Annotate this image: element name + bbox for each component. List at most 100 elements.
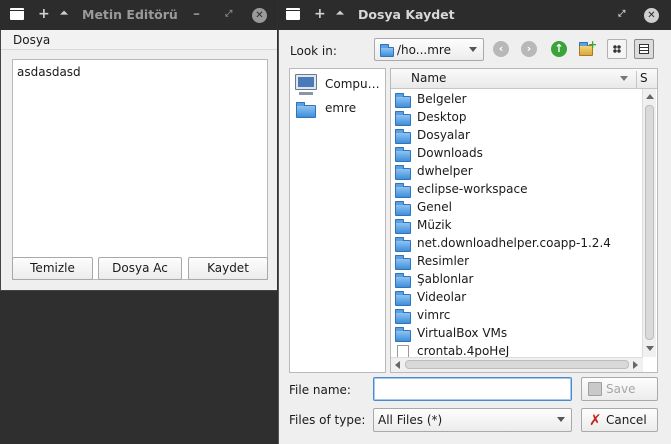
window-menu-icon[interactable] xyxy=(10,8,24,20)
sidebar-item-computer[interactable]: Compu… xyxy=(293,73,383,97)
look-in-label: Look in: xyxy=(290,44,337,58)
shade-icon[interactable]: ⏶ xyxy=(60,5,68,23)
look-in-value: /ho...mre xyxy=(397,43,451,57)
horizontal-scrollbar[interactable] xyxy=(391,357,643,372)
save-dialog-window: + ⏶ Dosya Kaydet ⤢ ✕ Look in: /ho...mre … xyxy=(278,0,671,444)
editor-titlebar[interactable]: + ⏶ Metin Editörü – ⤢ ✕ xyxy=(0,0,277,30)
file-name: Resimler xyxy=(417,254,470,268)
scroll-right-icon[interactable] xyxy=(633,361,638,369)
folder-icon xyxy=(395,309,411,324)
pin-icon[interactable]: + xyxy=(314,5,326,23)
sidebar-item-label: emre xyxy=(325,101,357,115)
save-button[interactable]: Kaydet xyxy=(188,257,268,280)
cancel-button[interactable]: ✗ Cancel xyxy=(581,408,658,432)
forward-button[interactable]: › xyxy=(521,41,537,57)
sidebar-item-label: Compu… xyxy=(325,77,380,91)
plus-icon: + xyxy=(588,38,598,51)
shade-icon[interactable]: ⏶ xyxy=(336,5,344,23)
file-list-item[interactable]: Videolar xyxy=(391,289,641,307)
column-name[interactable]: Name xyxy=(411,71,446,85)
sidebar-item-emre[interactable]: emre xyxy=(293,97,383,121)
file-name: dwhelper xyxy=(417,164,473,178)
file-name: crontab.4poHeJ xyxy=(417,344,510,358)
floppy-disk-icon xyxy=(588,382,602,396)
file-list-item[interactable]: Downloads xyxy=(391,145,641,163)
back-button[interactable]: ‹ xyxy=(493,41,509,57)
folder-icon xyxy=(395,255,411,270)
detail-view-button[interactable] xyxy=(634,39,654,59)
file-list-header: Name S xyxy=(391,69,657,89)
horizontal-scroll-thumb[interactable] xyxy=(405,360,629,369)
sort-indicator-icon xyxy=(620,76,628,81)
folder-icon xyxy=(395,201,411,216)
chevron-down-icon xyxy=(557,417,565,422)
menubar: Dosya xyxy=(1,30,277,50)
close-icon[interactable]: ✕ xyxy=(252,8,267,23)
list-view-button[interactable] xyxy=(607,39,627,59)
folder-icon xyxy=(395,219,411,234)
file-list-item[interactable]: Şablonlar xyxy=(391,271,641,289)
computer-icon xyxy=(295,74,317,95)
vertical-scroll-thumb[interactable] xyxy=(645,105,654,340)
scroll-left-icon[interactable] xyxy=(395,361,400,369)
detail-list-icon xyxy=(639,44,649,54)
folder-icon xyxy=(395,327,411,342)
folder-icon xyxy=(395,129,411,144)
text-editor-window: + ⏶ Metin Editörü – ⤢ ✕ Dosya asdasdasd … xyxy=(0,0,277,291)
grid-icon xyxy=(613,45,621,53)
file-name: Belgeler xyxy=(417,92,467,106)
file-type-label: Files of type: xyxy=(289,413,366,427)
column-size[interactable]: S xyxy=(636,71,648,89)
chevron-down-icon xyxy=(469,47,477,52)
clear-button[interactable]: Temizle xyxy=(12,257,93,280)
folder-icon xyxy=(395,291,411,306)
editor-body: Dosya asdasdasd Temizle Dosya Ac Kaydet xyxy=(0,30,277,291)
file-name: VirtualBox VMs xyxy=(417,326,508,340)
editor-textarea[interactable]: asdasdasd xyxy=(12,59,268,280)
file-list-item[interactable]: Müzik xyxy=(391,217,641,235)
save-label: Save xyxy=(606,382,636,396)
folder-icon xyxy=(395,111,411,126)
file-list-item[interactable]: Belgeler xyxy=(391,91,641,109)
open-file-button[interactable]: Dosya Ac xyxy=(98,257,182,280)
file-name: Desktop xyxy=(417,110,467,124)
file-list-item[interactable]: VirtualBox VMs xyxy=(391,325,641,343)
cancel-x-icon: ✗ xyxy=(589,411,602,429)
editor-title: Metin Editörü xyxy=(82,7,178,22)
file-list-item[interactable]: Genel xyxy=(391,199,641,217)
file-list-item[interactable]: dwhelper xyxy=(391,163,641,181)
file-list-item[interactable]: Desktop xyxy=(391,109,641,127)
minimize-icon[interactable]: – xyxy=(193,5,200,23)
vertical-scrollbar[interactable] xyxy=(642,89,656,357)
file-list-item[interactable]: Resimler xyxy=(391,253,641,271)
folder-icon xyxy=(395,183,411,198)
file-list-item[interactable]: vimrc xyxy=(391,307,641,325)
file-list-item[interactable]: Dosyalar xyxy=(391,127,641,145)
file-name-input[interactable] xyxy=(373,377,572,401)
scroll-up-icon[interactable] xyxy=(646,94,654,99)
menu-dosya[interactable]: Dosya xyxy=(13,33,50,47)
file-list[interactable]: Name S Belgeler Desktop Dosyalar Downloads d… xyxy=(390,68,658,373)
dialog-title: Dosya Kaydet xyxy=(358,7,455,22)
file-list-item[interactable]: net.downloadhelper.coapp-1.2.4 xyxy=(391,235,641,253)
maximize-icon[interactable]: ⤢ xyxy=(225,5,232,23)
new-folder-button[interactable]: + xyxy=(579,38,598,57)
dialog-titlebar[interactable]: + ⏶ Dosya Kaydet ⤢ ✕ xyxy=(278,0,671,30)
file-name: Genel xyxy=(417,200,453,214)
file-list-item[interactable]: eclipse-workspace xyxy=(391,181,641,199)
window-menu-icon[interactable] xyxy=(286,8,300,20)
pin-icon[interactable]: + xyxy=(38,5,50,23)
file-name-label: File name: xyxy=(289,383,351,397)
places-sidebar: Compu… emre xyxy=(289,68,386,373)
look-in-combo[interactable]: /ho...mre xyxy=(374,38,484,61)
folder-icon xyxy=(380,44,394,57)
file-name: Şablonlar xyxy=(417,272,474,286)
file-name: Müzik xyxy=(417,218,452,232)
dialog-save-button[interactable]: Save xyxy=(581,377,658,401)
file-name: vimrc xyxy=(417,308,451,322)
parent-directory-button[interactable]: ↑ xyxy=(551,41,567,57)
maximize-icon[interactable]: ⤢ xyxy=(618,5,625,23)
file-type-combo[interactable]: All Files (*) xyxy=(373,408,572,432)
close-icon[interactable]: ✕ xyxy=(644,8,659,23)
scroll-down-icon[interactable] xyxy=(646,346,654,351)
